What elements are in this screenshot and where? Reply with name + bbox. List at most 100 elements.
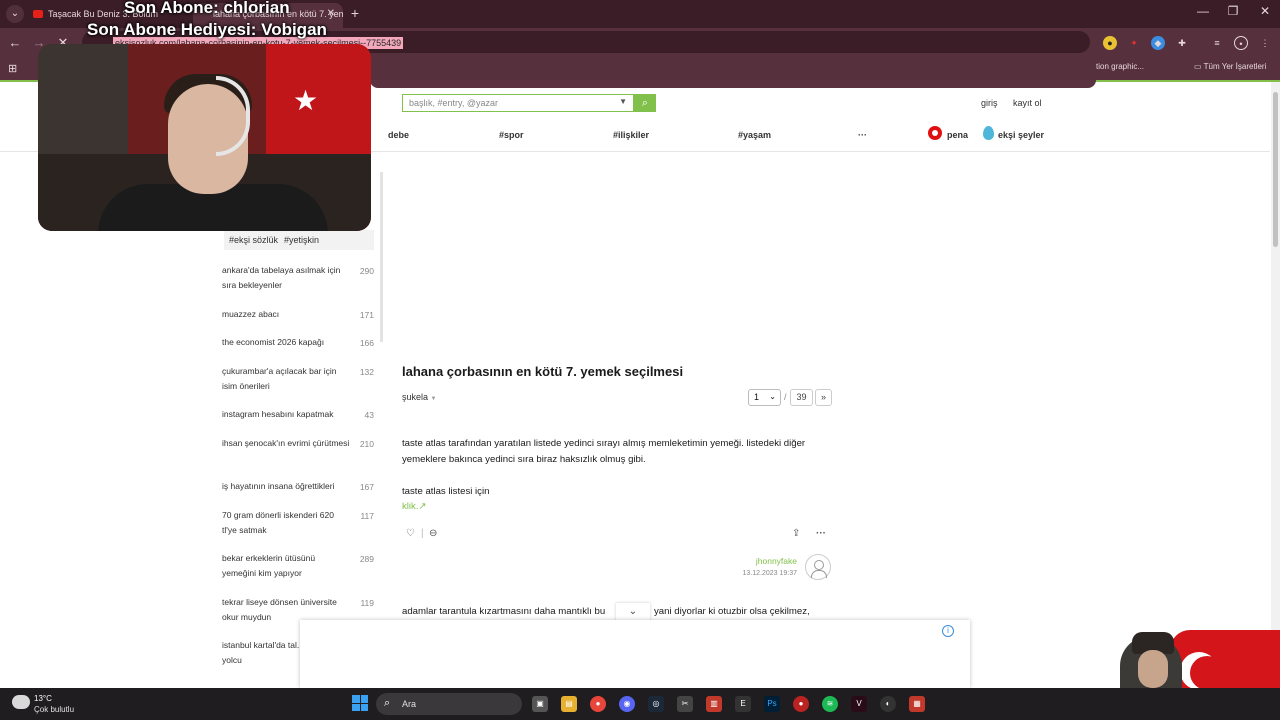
login-link[interactable]: giriş — [981, 98, 998, 108]
collapse-ad-button[interactable]: ⌄ — [616, 603, 650, 621]
nav-debe[interactable]: debe — [388, 130, 409, 140]
share-icon[interactable]: ⇪ — [792, 528, 800, 539]
sidebar-topic[interactable]: iş hayatının insana öğrettikleri — [222, 479, 350, 494]
sidebar-topic[interactable]: the economist 2026 kapağı — [222, 335, 350, 350]
app-icon[interactable]: ▥ — [706, 696, 722, 712]
search-dropdown-icon[interactable]: ▼ — [619, 97, 627, 106]
chevron-down-icon: ▼ — [430, 396, 437, 402]
search-placeholder: başlık, #entry, @yazar — [409, 98, 499, 108]
sidebar-topic[interactable]: ankara'da tabelaya asılmak için sıra bek… — [222, 263, 350, 293]
sidebar-topic-count: 289 — [359, 554, 374, 564]
chrome-icon[interactable]: ● — [590, 696, 606, 712]
extension-icon[interactable]: ✦ — [1127, 36, 1141, 50]
sidebar-topic[interactable]: 70 gram dönerli iskenderi 620 tl'ye satm… — [222, 508, 350, 538]
sidebar-topic[interactable]: muazzez abacı — [222, 307, 350, 322]
pena-icon — [928, 126, 942, 140]
sidebar-topic-count: 43 — [364, 410, 374, 420]
windows-taskbar — [0, 688, 1280, 720]
nav-more[interactable]: ··· — [858, 130, 867, 140]
next-page-button[interactable]: » — [815, 389, 832, 406]
sidebar-topic[interactable]: ihsan şenocak'ın evrimi çürütmesi — [222, 436, 350, 451]
apps-grid-icon[interactable]: ⊞ — [8, 62, 17, 75]
close-tab-icon[interactable]: ✕ — [327, 3, 335, 25]
avatar[interactable] — [805, 554, 831, 580]
windows-start-icon[interactable] — [352, 695, 368, 711]
sidebar-topic-count: 290 — [359, 266, 374, 276]
entry-content: taste atlas listesi için — [402, 486, 490, 497]
sort-dropdown[interactable]: şukela ▼ — [402, 392, 436, 402]
entry-author[interactable]: jhonnyfake — [680, 556, 797, 566]
sort-label: şukela — [402, 392, 429, 402]
nav-iliskiler[interactable]: #ilişkiler — [613, 130, 649, 140]
discord-icon[interactable]: ◉ — [619, 696, 635, 712]
app-icon[interactable]: ▦ — [909, 696, 925, 712]
sidebar-topic[interactable]: bekar erkeklerin ütüsünü yemeğini kim ya… — [222, 551, 350, 581]
sidebar-topic[interactable]: instagram hesabını kapatmak — [222, 407, 350, 422]
epic-games-icon[interactable]: E — [735, 696, 751, 712]
page-select[interactable]: 1 ⌄ — [748, 389, 781, 406]
obs-icon[interactable]: ◐ — [880, 696, 896, 712]
sidebar-topic-count: 171 — [359, 310, 374, 320]
all-bookmarks[interactable]: ▭ Tüm Yer İşaretleri — [1194, 62, 1266, 71]
nav-spor[interactable]: #spor — [499, 130, 524, 140]
search-button[interactable]: ⌕ — [634, 94, 656, 112]
youtube-icon — [33, 10, 43, 18]
weather-description[interactable]: Çok bulutlu — [34, 705, 74, 714]
back-button[interactable]: ← — [6, 34, 24, 52]
ad-banner[interactable] — [300, 620, 970, 688]
menu-icon[interactable]: ⋮ — [1258, 36, 1272, 50]
nav-pena[interactable]: pena — [947, 130, 968, 140]
info-icon[interactable]: i — [942, 625, 954, 637]
tab-list-button[interactable]: ⌄ — [6, 5, 24, 23]
minimize-button[interactable]: — — [1188, 4, 1218, 18]
sidebar-topic[interactable]: çukurambar'a açılacak bar için isim öner… — [222, 364, 350, 394]
sidebar-scrollbar[interactable] — [380, 172, 383, 342]
tag-eksi-sozluk[interactable]: #ekşi sözlük — [229, 235, 278, 245]
portrait-face — [1138, 650, 1168, 688]
close-window-button[interactable]: ✕ — [1250, 4, 1280, 18]
webcam-overlay: ★ — [38, 44, 371, 231]
favorite-heart-icon[interactable]: ♡ — [406, 528, 415, 539]
downvote-icon[interactable]: ⊖ — [429, 528, 437, 539]
page-current: 1 — [754, 392, 760, 402]
app-icon[interactable]: ● — [793, 696, 809, 712]
entry-date[interactable]: 13.12.2023 19:37 — [680, 570, 798, 577]
spotify-icon[interactable]: ≋ — [822, 696, 838, 712]
bookmark-item[interactable]: tion graphic... — [1096, 62, 1144, 71]
chevron-down-icon: ⌄ — [628, 606, 638, 617]
page-total-button[interactable]: 39 — [790, 389, 813, 406]
search-icon: ⌕ — [641, 97, 649, 109]
sidebar-topic-count: 166 — [359, 338, 374, 348]
extension-icon[interactable]: ● — [1103, 36, 1117, 50]
photoshop-icon[interactable]: Ps — [764, 696, 780, 712]
page-scrollbar-thumb[interactable] — [1273, 92, 1278, 247]
capcut-icon[interactable]: ✂ — [677, 696, 693, 712]
profile-icon[interactable]: • — [1234, 36, 1248, 50]
register-link[interactable]: kayıt ol — [1013, 98, 1042, 108]
steam-icon[interactable]: ◎ — [648, 696, 664, 712]
taskbar-search[interactable] — [376, 693, 522, 715]
search-input[interactable]: başlık, #entry, @yazar ▼ — [402, 94, 634, 112]
extensions-puzzle-icon[interactable]: ✚ — [1175, 36, 1189, 50]
all-bookmarks-label: Tüm Yer İşaretleri — [1203, 62, 1267, 71]
nav-yasam[interactable]: #yaşam — [738, 130, 771, 140]
sidebar-topic-count: 132 — [359, 367, 374, 377]
weather-temperature[interactable]: 13°C — [34, 694, 52, 703]
task-view-icon[interactable]: ▣ — [532, 696, 548, 712]
media-control-icon[interactable]: ≡ — [1210, 36, 1224, 50]
app-icon[interactable]: V — [851, 696, 867, 712]
file-explorer-icon[interactable]: ▤ — [561, 696, 577, 712]
extension-icon[interactable]: ◆ — [1151, 36, 1165, 50]
more-options-icon[interactable]: ··· — [816, 528, 826, 539]
entry-content: yani diyorlar ki otuzbir olsa çekilmez, — [654, 606, 810, 617]
tag-yetiskin[interactable]: #yetişkin — [284, 235, 319, 245]
crescent-cutout — [1190, 656, 1224, 690]
nav-eksi-seyler[interactable]: ekşi şeyler — [998, 130, 1044, 140]
maximize-button[interactable]: ❐ — [1218, 4, 1248, 18]
cloud-icon[interactable] — [12, 695, 30, 709]
taskbar-search-label: Ara — [402, 699, 417, 709]
entry-link[interactable]: klik.↗ — [402, 501, 427, 512]
topic-title[interactable]: lahana çorbasının en kötü 7. yemek seçil… — [402, 364, 683, 379]
sidebar-topic-count: 167 — [359, 482, 374, 492]
new-tab-button[interactable]: + — [346, 4, 364, 22]
